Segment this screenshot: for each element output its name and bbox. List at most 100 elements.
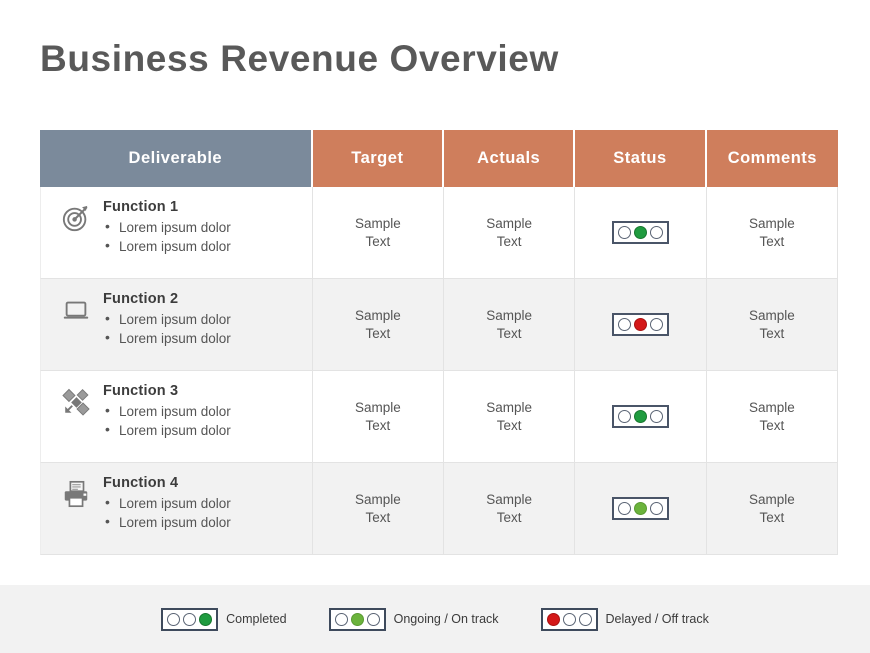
- cell-target: Sample Text: [312, 463, 444, 555]
- list-item: Lorem ipsum dolor: [103, 217, 302, 237]
- cell-deliverable: Function 1 Lorem ipsum dolor Lorem ipsum…: [40, 187, 313, 279]
- target-line-2: Text: [365, 509, 391, 525]
- actuals-line-1: Sample: [486, 216, 533, 231]
- list-item: Lorem ipsum dolor: [103, 512, 302, 532]
- status-lamp: [633, 410, 647, 423]
- status-traffic-light[interactable]: [611, 221, 669, 244]
- status-lamp: [633, 226, 647, 239]
- cell-target: Sample Text: [312, 371, 444, 463]
- status-lamp: [617, 318, 631, 331]
- target-line-2: Text: [365, 417, 391, 433]
- status-traffic-light[interactable]: [611, 313, 669, 336]
- status-lamp: [183, 612, 197, 626]
- status-lamp: [562, 612, 576, 626]
- legend-label: Delayed / Off track: [605, 612, 709, 626]
- list-item: Lorem ipsum dolor: [103, 236, 302, 256]
- target-line-2: Text: [365, 233, 391, 249]
- cell-comments: Sample Text: [706, 463, 838, 555]
- comments-line-1: Sample: [748, 400, 795, 415]
- actuals-line-2: Text: [496, 325, 522, 341]
- cell-actuals: Sample Text: [444, 279, 576, 371]
- deliverables-table: Deliverable Target Actuals Status Commen…: [40, 130, 838, 555]
- legend-traffic-light: [161, 607, 219, 631]
- deliverable-bullets: Lorem ipsum dolor Lorem ipsum dolor: [103, 217, 302, 256]
- column-header-comments[interactable]: Comments: [706, 130, 838, 187]
- cell-deliverable: Function 4 Lorem ipsum dolor Lorem ipsum…: [40, 463, 313, 555]
- deliverable-title: Function 4: [103, 475, 179, 491]
- status-traffic-light[interactable]: [611, 497, 669, 520]
- actuals-line-2: Text: [496, 417, 522, 433]
- comments-line-2: Text: [759, 417, 785, 433]
- cell-actuals: Sample Text: [444, 371, 576, 463]
- list-item: Lorem ipsum dolor: [103, 401, 302, 421]
- status-lamp: [199, 612, 213, 626]
- status-lamp: [617, 410, 631, 423]
- legend-item-completed[interactable]: Completed: [161, 607, 287, 631]
- cell-status: [575, 463, 707, 555]
- actuals-line-1: Sample: [486, 400, 533, 415]
- comments-line-1: Sample: [748, 492, 795, 507]
- status-traffic-light[interactable]: [611, 405, 669, 428]
- target-line-1: Sample: [354, 492, 401, 507]
- target-line-1: Sample: [354, 216, 401, 231]
- deliverable-title: Function 3: [103, 383, 179, 399]
- status-lamp: [617, 226, 631, 239]
- list-item: Lorem ipsum dolor: [103, 420, 302, 440]
- cell-deliverable: Function 3 Lorem ipsum dolor Lorem ipsum…: [40, 371, 313, 463]
- comments-line-2: Text: [759, 233, 785, 249]
- legend-item-delayed[interactable]: Delayed / Off track: [540, 607, 709, 631]
- cell-target: Sample Text: [312, 279, 444, 371]
- table-row[interactable]: Function 4 Lorem ipsum dolor Lorem ipsum…: [40, 463, 838, 555]
- target-bullseye-icon: [59, 201, 93, 235]
- page-title: Business Revenue Overview: [40, 38, 559, 79]
- list-item: Lorem ipsum dolor: [103, 328, 302, 348]
- comments-line-2: Text: [759, 509, 785, 525]
- table-row[interactable]: Function 2 Lorem ipsum dolor Lorem ipsum…: [40, 279, 838, 371]
- column-header-actuals[interactable]: Actuals: [444, 130, 576, 187]
- slide-canvas: Business Revenue Overview Deliverable Ta…: [0, 0, 870, 653]
- legend-label: Ongoing / On track: [393, 612, 499, 626]
- table-row[interactable]: Function 1 Lorem ipsum dolor Lorem ipsum…: [40, 187, 838, 279]
- table-header-row: Deliverable Target Actuals Status Commen…: [40, 130, 838, 187]
- target-line-2: Text: [365, 325, 391, 341]
- cell-comments: Sample Text: [706, 279, 838, 371]
- cell-comments: Sample Text: [706, 371, 838, 463]
- column-header-target[interactable]: Target: [312, 130, 444, 187]
- cell-status: [575, 279, 707, 371]
- actuals-line-2: Text: [496, 233, 522, 249]
- deliverable-bullets: Lorem ipsum dolor Lorem ipsum dolor: [103, 309, 302, 348]
- status-lamp: [633, 318, 647, 331]
- target-line-1: Sample: [354, 308, 401, 323]
- status-lamp: [633, 502, 647, 515]
- deliverable-bullets: Lorem ipsum dolor Lorem ipsum dolor: [103, 401, 302, 440]
- legend-traffic-light: [540, 607, 598, 631]
- comments-line-2: Text: [759, 325, 785, 341]
- deliverable-title: Function 2: [103, 291, 179, 307]
- status-lamp: [334, 612, 348, 626]
- status-lamp: [649, 318, 663, 331]
- legend-item-ongoing[interactable]: Ongoing / On track: [328, 607, 499, 631]
- actuals-line-1: Sample: [486, 308, 533, 323]
- target-line-1: Sample: [354, 400, 401, 415]
- status-lamp: [649, 502, 663, 515]
- footer-band: Completed Ongoing / On track Delayed / O…: [0, 585, 870, 653]
- laptop-icon: [59, 293, 93, 327]
- status-lamp: [649, 410, 663, 423]
- legend-label: Completed: [226, 612, 287, 626]
- actuals-line-1: Sample: [486, 492, 533, 507]
- table-row[interactable]: Function 3 Lorem ipsum dolor Lorem ipsum…: [40, 371, 838, 463]
- status-lamp: [617, 502, 631, 515]
- legend-traffic-light: [328, 607, 386, 631]
- cell-target: Sample Text: [312, 187, 444, 279]
- column-header-deliverable[interactable]: Deliverable: [40, 130, 313, 187]
- comments-line-1: Sample: [748, 308, 795, 323]
- table-body: Function 1 Lorem ipsum dolor Lorem ipsum…: [40, 187, 838, 555]
- comments-line-1: Sample: [748, 216, 795, 231]
- status-lamp: [366, 612, 380, 626]
- status-legend: Completed Ongoing / On track Delayed / O…: [0, 585, 870, 653]
- list-item: Lorem ipsum dolor: [103, 493, 302, 513]
- status-lamp: [167, 612, 181, 626]
- column-header-status[interactable]: Status: [575, 130, 707, 187]
- status-lamp: [546, 612, 560, 626]
- deliverable-bullets: Lorem ipsum dolor Lorem ipsum dolor: [103, 493, 302, 532]
